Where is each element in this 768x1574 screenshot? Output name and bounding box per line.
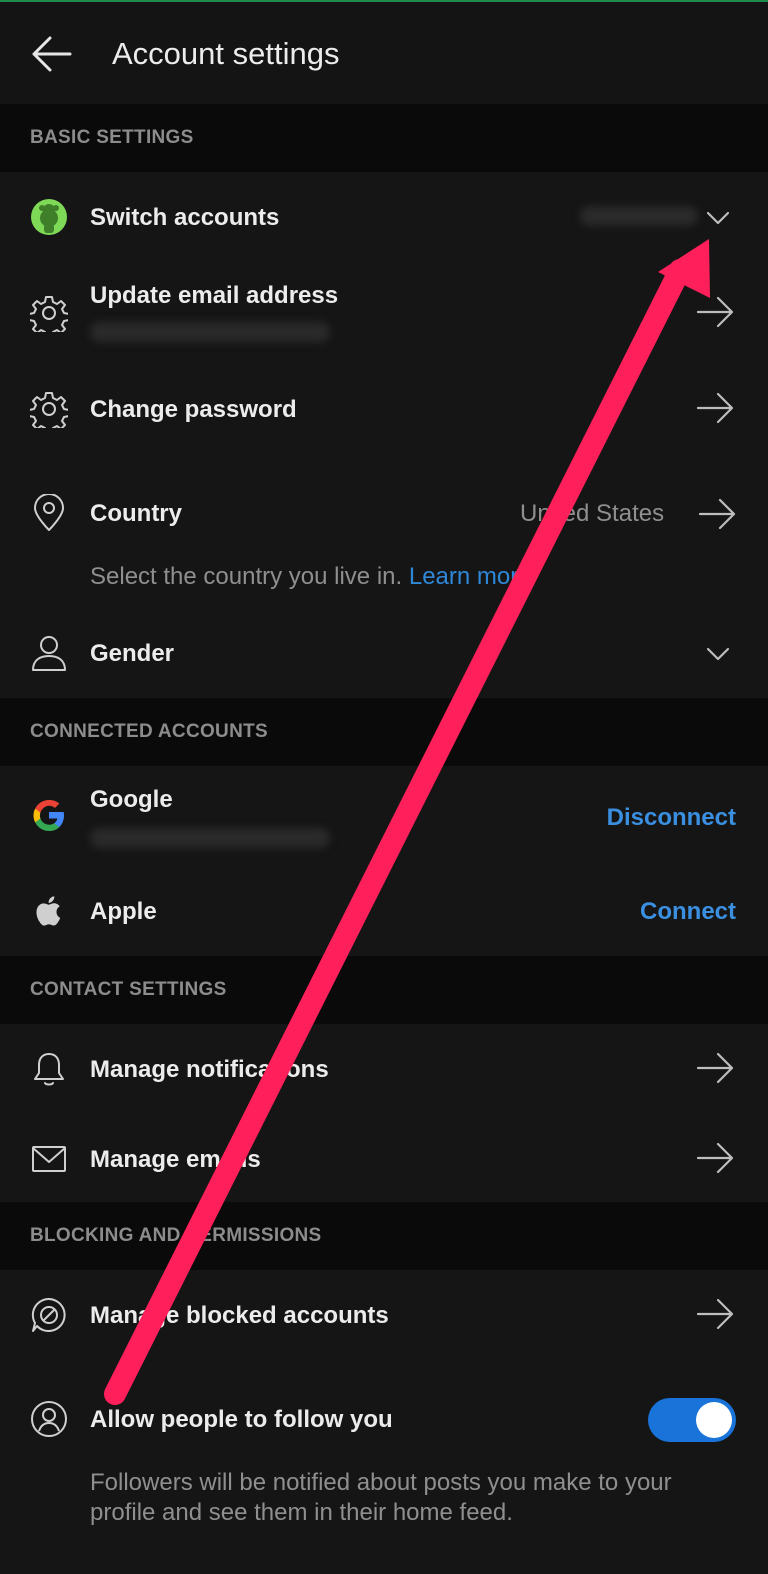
- manage-notifications-label: Manage notifications: [90, 1056, 329, 1083]
- gender-row[interactable]: Gender: [0, 612, 768, 696]
- apple-label: Apple: [90, 898, 157, 925]
- bell-icon: [30, 1050, 68, 1088]
- arrow-left-icon: [32, 36, 72, 72]
- section-header-connected: CONNECTED ACCOUNTS: [0, 698, 768, 766]
- country-helper-text: Select the country you live in. Learn mo…: [90, 563, 532, 590]
- chevron-down-icon[interactable]: [706, 210, 730, 226]
- update-email-row[interactable]: Update email address: [0, 272, 768, 356]
- mail-icon: [30, 1140, 68, 1178]
- country-label: Country: [90, 500, 182, 527]
- gender-label: Gender: [90, 640, 175, 667]
- page-title: Account settings: [112, 36, 340, 71]
- arrow-right-icon: [696, 1298, 736, 1330]
- allow-follow-label: Allow people to follow you: [90, 1406, 393, 1433]
- email-address-redacted: [90, 322, 330, 342]
- learn-more-link[interactable]: Learn more: [409, 563, 532, 590]
- google-label: Google: [90, 786, 173, 813]
- google-row: Google Disconnect: [0, 774, 768, 864]
- update-email-label: Update email address: [90, 282, 339, 309]
- chevron-down-icon[interactable]: [706, 646, 730, 662]
- current-username-redacted: [580, 206, 698, 226]
- person-circle-icon: [30, 1400, 68, 1438]
- arrow-right-icon: [698, 498, 738, 530]
- arrow-right-icon: [696, 392, 736, 424]
- manage-emails-label: Manage emails: [90, 1146, 261, 1173]
- app-header: Account settings: [0, 2, 768, 104]
- allow-follow-toggle[interactable]: [648, 1398, 736, 1442]
- google-logo-icon: [30, 796, 68, 834]
- disconnect-google-button[interactable]: Disconnect: [607, 804, 736, 832]
- location-pin-icon: [30, 494, 68, 532]
- arrow-right-icon: [696, 1142, 736, 1174]
- change-password-label: Change password: [90, 396, 297, 423]
- manage-blocked-row[interactable]: Manage blocked accounts: [0, 1276, 768, 1356]
- section-header-blocking: BLOCKING AND PERMISSIONS: [0, 1202, 768, 1270]
- apple-row: Apple Connect: [0, 872, 768, 956]
- manage-emails-row[interactable]: Manage emails: [0, 1118, 768, 1198]
- gear-icon: [30, 294, 68, 332]
- toggle-knob: [696, 1402, 732, 1438]
- switch-accounts-row[interactable]: Switch accounts: [0, 180, 768, 260]
- manage-blocked-label: Manage blocked accounts: [90, 1302, 389, 1329]
- google-email-redacted: [90, 828, 330, 848]
- manage-notifications-row[interactable]: Manage notifications: [0, 1030, 768, 1110]
- blocked-chat-icon: [30, 1296, 68, 1334]
- section-header-basic: BASIC SETTINGS: [0, 104, 768, 172]
- section-header-contact: CONTACT SETTINGS: [0, 956, 768, 1024]
- change-password-row[interactable]: Change password: [0, 368, 768, 452]
- country-value: United States: [520, 500, 665, 527]
- person-icon: [30, 634, 68, 672]
- apple-logo-icon: [30, 892, 68, 930]
- connect-apple-button[interactable]: Connect: [640, 898, 736, 926]
- gear-icon: [30, 390, 68, 428]
- country-row[interactable]: Country United States: [0, 470, 768, 560]
- follow-helper-text: Followers will be notified about posts y…: [90, 1469, 672, 1526]
- arrow-right-icon: [696, 1052, 736, 1084]
- back-button[interactable]: [30, 34, 72, 74]
- switch-accounts-label: Switch accounts: [90, 204, 280, 231]
- reddit-avatar-icon: [30, 198, 68, 236]
- arrow-right-icon: [696, 296, 736, 328]
